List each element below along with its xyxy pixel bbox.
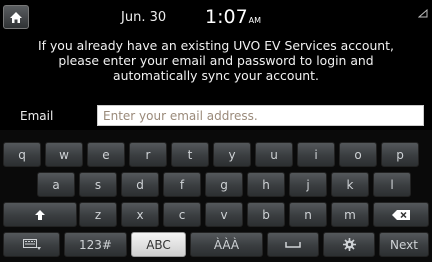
- message-line-3: automatically sync your account.: [113, 68, 319, 83]
- key-j[interactable]: j: [289, 172, 327, 197]
- key-q[interactable]: q: [3, 142, 41, 167]
- abc-mode-button[interactable]: ABC: [131, 232, 186, 257]
- settings-button[interactable]: [323, 232, 375, 257]
- key-g[interactable]: g: [205, 172, 243, 197]
- key-y[interactable]: y: [213, 142, 251, 167]
- key-c[interactable]: c: [163, 202, 201, 227]
- login-message: If you already have an existing UVO EV S…: [6, 38, 426, 83]
- backspace-icon: [392, 209, 410, 220]
- key-l[interactable]: l: [373, 172, 411, 197]
- space-button[interactable]: [267, 232, 319, 257]
- backspace-button[interactable]: [373, 202, 429, 227]
- email-label: Email: [20, 109, 54, 123]
- key-s[interactable]: s: [79, 172, 117, 197]
- key-o[interactable]: o: [339, 142, 377, 167]
- key-p[interactable]: p: [381, 142, 419, 167]
- key-k[interactable]: k: [331, 172, 369, 197]
- email-field[interactable]: [97, 105, 424, 126]
- home-button[interactable]: [3, 5, 29, 29]
- home-icon: [10, 11, 22, 23]
- key-h[interactable]: h: [247, 172, 285, 197]
- key-v[interactable]: v: [205, 202, 243, 227]
- key-m[interactable]: m: [331, 202, 369, 227]
- key-z[interactable]: z: [79, 202, 117, 227]
- key-i[interactable]: i: [297, 142, 335, 167]
- on-screen-keyboard: q w e r t y u i o p a s d f g h j k l z …: [0, 130, 432, 262]
- message-line-1: If you already have an existing UVO EV S…: [38, 38, 394, 53]
- status-bar: Jun. 30 1:07AM: [0, 0, 432, 36]
- shift-button[interactable]: [3, 202, 77, 227]
- signal-icon: [417, 8, 428, 21]
- key-x[interactable]: x: [121, 202, 159, 227]
- message-line-2: please enter your email and password to …: [58, 53, 374, 68]
- time-ampm: AM: [248, 16, 262, 25]
- hide-keyboard-icon: [22, 238, 41, 250]
- key-n[interactable]: n: [289, 202, 327, 227]
- space-icon: [285, 241, 301, 248]
- next-button[interactable]: Next: [379, 232, 429, 257]
- numbers-mode-button[interactable]: 123#: [64, 232, 127, 257]
- key-r[interactable]: r: [129, 142, 167, 167]
- time-value: 1:07: [205, 6, 248, 28]
- gear-icon: [342, 238, 356, 251]
- key-u[interactable]: u: [255, 142, 293, 167]
- key-a[interactable]: a: [37, 172, 75, 197]
- key-f[interactable]: f: [163, 172, 201, 197]
- key-d[interactable]: d: [121, 172, 159, 197]
- key-w[interactable]: w: [45, 142, 83, 167]
- shift-icon: [35, 209, 45, 220]
- key-b[interactable]: b: [247, 202, 285, 227]
- time-display: 1:07AM: [205, 6, 261, 28]
- accents-mode-button[interactable]: ÀÀÀ: [190, 232, 263, 257]
- date-display: Jun. 30: [121, 10, 167, 25]
- key-e[interactable]: e: [87, 142, 125, 167]
- hide-keyboard-button[interactable]: [3, 232, 60, 257]
- key-t[interactable]: t: [171, 142, 209, 167]
